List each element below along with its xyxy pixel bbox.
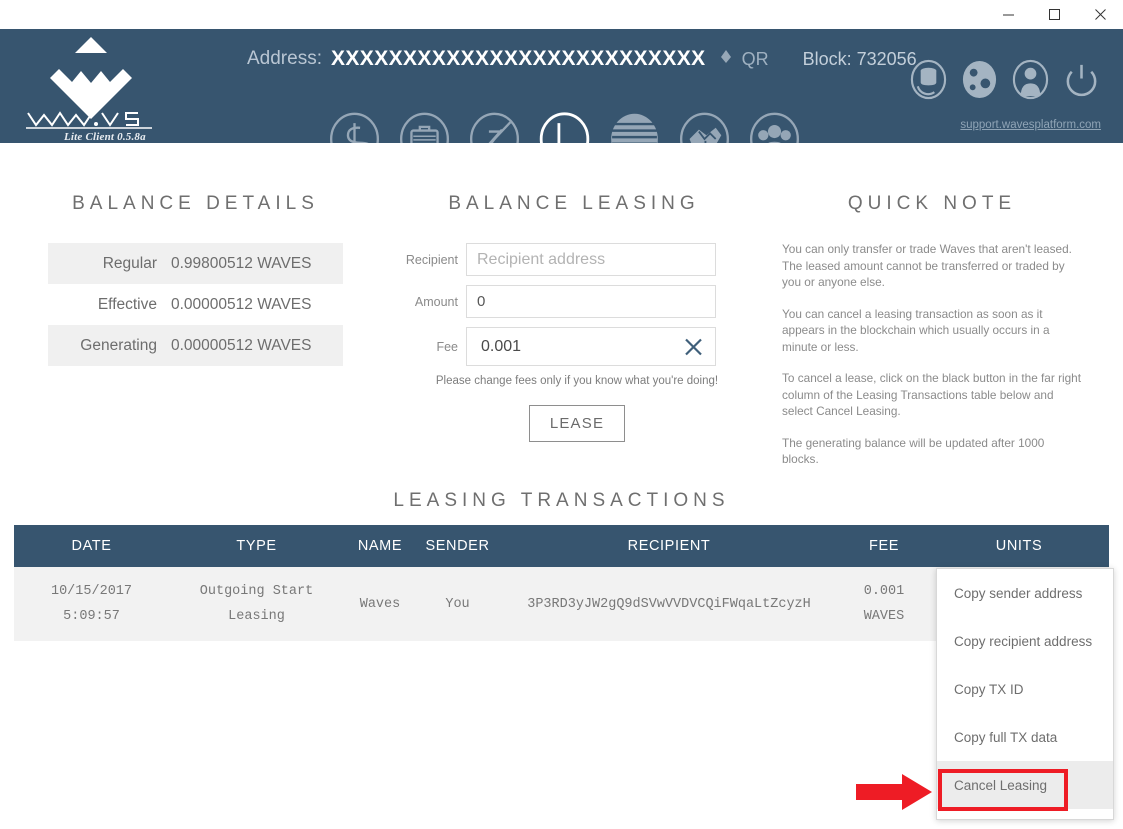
amount-row: Amount 0: [404, 285, 744, 318]
window-titlebar: [0, 0, 1123, 29]
quick-note-title: QUICK NOTE: [847, 193, 1017, 214]
context-menu-item-copy-recipient-address[interactable]: Copy recipient address: [937, 617, 1113, 665]
leasing-transactions-title: LEASING TRANSACTIONS: [393, 490, 730, 511]
cell-date-line2: 5:09:57: [63, 609, 120, 624]
leasing-form: Recipient Recipient address Amount 0 Fee…: [404, 243, 744, 442]
balance-details-title: BALANCE DETAILS: [72, 193, 319, 214]
transaction-context-menu: Copy sender address Copy recipient addre…: [936, 568, 1114, 820]
database-sync-icon[interactable]: [909, 59, 948, 100]
user-profile-icon[interactable]: [1011, 59, 1050, 100]
balance-row: Regular 0.99800512 WAVES: [48, 243, 343, 284]
balance-row-value: 0.00000512 WAVES: [171, 336, 312, 354]
column-header-units: UNITS: [995, 538, 1043, 554]
quick-note-paragraph: You can only transfer or trade Waves tha…: [782, 242, 1072, 289]
community-icon[interactable]: [748, 111, 801, 143]
cell-fee-line2: WAVES: [863, 609, 905, 624]
column-header-date: DATE: [71, 538, 112, 554]
qr-label[interactable]: QR: [742, 49, 769, 70]
recipient-row: Recipient Recipient address: [404, 243, 744, 276]
minimize-button[interactable]: [985, 0, 1031, 29]
amount-label: Amount: [414, 294, 458, 309]
cell-name: Waves: [359, 596, 401, 612]
balance-rows: Regular 0.99800512 WAVES Effective 0.000…: [48, 243, 343, 366]
balance-row: Effective 0.00000512 WAVES: [48, 284, 343, 325]
cell-type: Outgoing Start Leasing: [169, 579, 344, 629]
fee-row: Fee 0.001: [404, 327, 744, 366]
app-header: Lite Client 0.5.8a Address: XXXXXXXXXXXX…: [0, 29, 1123, 143]
fee-value: 0.001: [481, 337, 522, 355]
quick-note-paragraph: You can cancel a leasing transaction as …: [782, 306, 1050, 354]
recipient-input[interactable]: Recipient address: [466, 243, 716, 276]
balance-row-label: Generating: [80, 336, 157, 354]
map-icon[interactable]: [678, 111, 731, 143]
tokens-icon[interactable]: [608, 111, 661, 143]
exchange-icon[interactable]: [468, 111, 521, 143]
recipient-label: Recipient: [405, 252, 458, 267]
waves-lite-client-window: Lite Client 0.5.8a Address: XXXXXXXXXXXX…: [0, 0, 1123, 829]
context-menu-item-copy-sender-address[interactable]: Copy sender address: [937, 569, 1113, 617]
lease-button[interactable]: LEASE: [528, 405, 626, 442]
fee-input[interactable]: 0.001: [466, 327, 716, 366]
cell-fee: 0.001 WAVES: [839, 579, 929, 629]
main-nav: [328, 111, 801, 143]
cell-sender: You: [445, 596, 470, 612]
close-button[interactable]: [1077, 0, 1123, 29]
balance-row: Generating 0.00000512 WAVES: [48, 325, 343, 366]
power-icon[interactable]: [1062, 59, 1101, 100]
address-value: XXXXXXXXXXXXXXXXXXXXXXXXXX: [330, 47, 706, 70]
column-header-type: TYPE: [236, 538, 277, 554]
recipient-placeholder: Recipient address: [477, 250, 606, 268]
cell-type-line1: Outgoing Start: [199, 584, 314, 599]
maximize-button[interactable]: [1031, 0, 1077, 29]
context-menu-item-cancel-leasing[interactable]: Cancel Leasing: [937, 761, 1113, 809]
balance-row-label: Effective: [97, 295, 157, 313]
cell-date: 10/15/2017 5:09:57: [14, 579, 169, 629]
logo-subtitle: Lite Client 0.5.8a: [64, 131, 146, 143]
amount-input[interactable]: 0: [466, 285, 716, 318]
column-header-fee: FEE: [869, 538, 899, 554]
support-link[interactable]: support.wavesplatform.com: [960, 119, 1101, 131]
portfolio-icon[interactable]: [398, 111, 451, 143]
balance-row-value: 0.00000512 WAVES: [171, 295, 312, 313]
lease-button-wrapper: LEASE: [422, 405, 732, 442]
cell-recipient: 3P3RD3yJW2gQ9dSVwVVDVCQiFWqaLtZcyzH: [527, 596, 811, 612]
fee-warning-note: Please change fees only if you know what…: [435, 375, 719, 387]
waves-logo[interactable]: Lite Client 0.5.8a: [22, 35, 162, 143]
balance-leasing-panel: BALANCE LEASING Recipient Recipient addr…: [404, 193, 744, 442]
fee-label: Fee: [436, 339, 458, 354]
balance-leasing-title: BALANCE LEASING: [448, 193, 700, 214]
quick-note-panel: QUICK NOTE You can only transfer or trad…: [782, 193, 1082, 483]
quick-note-paragraph: The generating balance will be updated a…: [782, 435, 1045, 467]
column-header-name: NAME: [357, 538, 403, 554]
header-actions: [909, 59, 1101, 100]
table-header-row: DATE TYPE NAME SENDER RECIPIENT FEE UNIT…: [14, 525, 1109, 567]
leasing-icon[interactable]: [538, 111, 591, 143]
column-header-sender: SENDER: [425, 538, 490, 554]
column-header-recipient: RECIPIENT: [627, 538, 711, 554]
block-height-label: Block: 732056: [802, 48, 917, 69]
address-label: Address:: [247, 48, 322, 69]
settings-globe-icon[interactable]: [960, 59, 999, 100]
balance-row-value: 0.99800512 WAVES: [171, 254, 312, 272]
quick-note-body: You can only transfer or trade Waves tha…: [782, 241, 1082, 468]
quick-note-paragraph: To cancel a lease, click on the black bu…: [782, 371, 1082, 418]
wallet-icon[interactable]: [328, 111, 381, 143]
balance-row-label: Regular: [102, 254, 157, 272]
qr-diamond-icon[interactable]: [720, 49, 732, 70]
balance-details-panel: BALANCE DETAILS Regular 0.99800512 WAVES…: [48, 193, 343, 366]
context-menu-item-copy-full-tx-data[interactable]: Copy full TX data: [937, 713, 1113, 761]
cell-type-line2: Leasing: [228, 609, 285, 624]
close-icon[interactable]: [684, 337, 703, 356]
amount-value: 0: [477, 293, 486, 310]
context-menu-item-copy-tx-id[interactable]: Copy TX ID: [937, 665, 1113, 713]
address-bar: Address: XXXXXXXXXXXXXXXXXXXXXXXXXX QR B…: [247, 42, 917, 76]
cell-fee-line1: 0.001: [863, 584, 905, 599]
cell-date-line1: 10/15/2017: [50, 584, 132, 599]
